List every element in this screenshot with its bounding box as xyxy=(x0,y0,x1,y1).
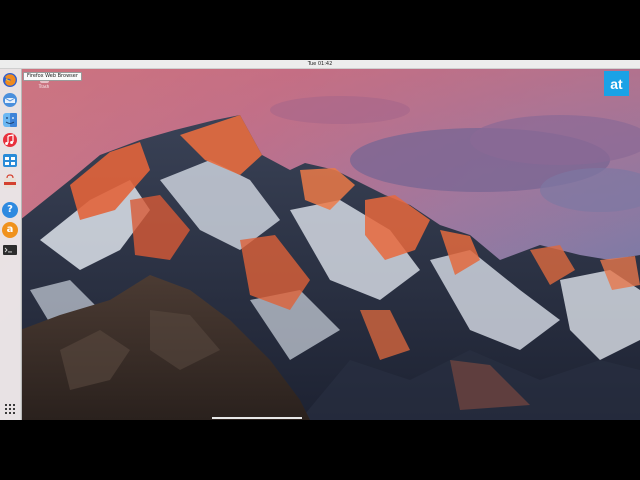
amazon-icon[interactable]: a xyxy=(2,222,18,238)
mail-icon[interactable] xyxy=(2,92,18,108)
brand-logo: at xyxy=(604,71,629,96)
desktop-screen: Tue 01:42 ? a Firefox Web Browser Trash … xyxy=(0,60,640,420)
app-grid-icon[interactable] xyxy=(2,401,18,417)
help-icon[interactable]: ? xyxy=(2,202,18,218)
top-menu-bar: Tue 01:42 xyxy=(0,60,640,69)
desktop-wallpaper xyxy=(0,60,640,420)
finder-icon[interactable] xyxy=(2,112,18,128)
calendar-icon[interactable] xyxy=(2,152,18,168)
amazon-glyph: a xyxy=(6,224,14,235)
firefox-icon[interactable] xyxy=(2,72,18,88)
help-glyph: ? xyxy=(7,204,13,215)
software-store-icon[interactable] xyxy=(2,174,18,190)
menubar-clock[interactable]: Tue 01:42 xyxy=(0,60,640,68)
desktop-icon-label: Trash xyxy=(38,84,50,89)
dock-tooltip: Firefox Web Browser xyxy=(23,72,82,81)
terminal-icon[interactable] xyxy=(2,242,18,258)
music-icon[interactable] xyxy=(2,132,18,148)
launcher-dock: ? a xyxy=(0,68,22,420)
desktop-bottom-marker xyxy=(212,417,302,419)
